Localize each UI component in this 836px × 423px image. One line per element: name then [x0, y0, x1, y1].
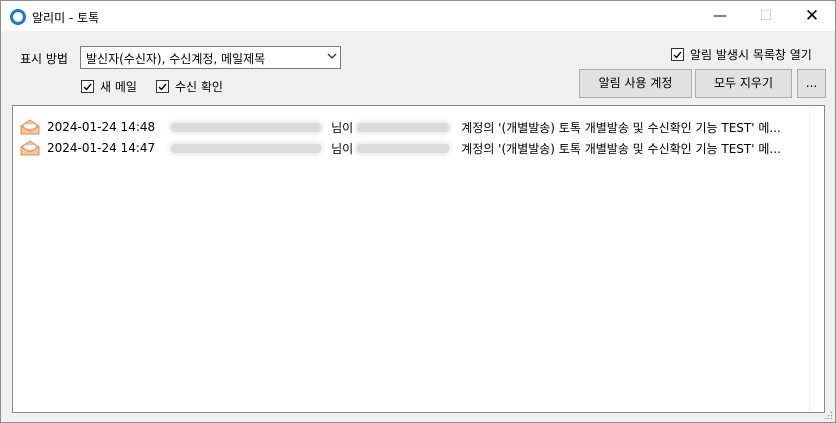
notification-message: 계정의 '(개별발송) 토톡 개별발송 및 수신확인 기능 TEST' 메... — [461, 120, 781, 135]
notification-time: 2024-01-24 14:48 — [47, 120, 156, 134]
alert-accounts-button[interactable]: 알림 사용 계정 — [579, 69, 692, 98]
minimize-button[interactable]: — — [697, 1, 743, 31]
open-envelope-icon — [20, 119, 40, 135]
redacted-sender — [171, 122, 322, 132]
maximize-button[interactable]: ☐ — [743, 1, 789, 31]
close-button[interactable]: ✕ — [789, 1, 835, 31]
display-method-label: 표시 방법 — [20, 52, 68, 66]
resize-grip-icon[interactable] — [823, 410, 833, 420]
chevron-down-icon — [327, 53, 337, 59]
open-list-on-alert-option[interactable]: 알림 발생시 목록창 열기 — [671, 46, 812, 63]
open-list-on-alert-checkbox[interactable] — [671, 48, 684, 61]
list-scroll-gutter[interactable] — [809, 106, 824, 412]
new-mail-checkbox[interactable] — [81, 80, 94, 93]
new-mail-option[interactable]: 새 메일 — [81, 78, 137, 95]
redacted-sender — [171, 143, 322, 153]
open-list-on-alert-label: 알림 발생시 목록창 열기 — [690, 48, 812, 62]
list-item[interactable]: 2024-01-24 14:47 님이 계정의 '(개별발송) 토톡 개별발송 … — [20, 138, 781, 158]
clear-all-button[interactable]: 모두 지우기 — [695, 69, 792, 98]
read-receipt-checkbox[interactable] — [156, 80, 169, 93]
read-receipt-option[interactable]: 수신 확인 — [156, 78, 223, 95]
new-mail-label: 새 메일 — [100, 80, 137, 94]
notification-suffix: 님이 — [331, 141, 354, 156]
window-title: 알리미 - 토톡 — [32, 11, 100, 25]
notifier-window: 알리미 - 토톡 — ☐ ✕ 표시 방법 발신자(수신자), 수신계정, 메일제… — [0, 0, 836, 423]
redacted-account — [357, 143, 450, 153]
list-item[interactable]: 2024-01-24 14:48 님이 계정의 '(개별발송) 토톡 개별발송 … — [20, 117, 781, 137]
notification-time: 2024-01-24 14:47 — [47, 141, 156, 155]
more-options-button[interactable]: ... — [797, 69, 826, 98]
display-method-select[interactable]: 발신자(수신자), 수신계정, 메일제목 — [80, 46, 341, 69]
open-envelope-icon — [20, 140, 40, 156]
check-icon — [83, 83, 92, 91]
read-receipt-label: 수신 확인 — [175, 80, 223, 94]
check-icon — [158, 83, 167, 91]
display-method-value: 발신자(수신자), 수신계정, 메일제목 — [86, 52, 266, 66]
title-bar[interactable]: 알리미 - 토톡 — ☐ ✕ — [1, 1, 835, 31]
app-ring-icon — [10, 9, 26, 25]
redacted-account — [357, 122, 450, 132]
notification-message: 계정의 '(개별발송) 토톡 개별발송 및 수신확인 기능 TEST' 메... — [461, 141, 781, 156]
notification-list[interactable]: 2024-01-24 14:48 님이 계정의 '(개별발송) 토톡 개별발송 … — [12, 105, 825, 413]
check-icon — [673, 51, 682, 59]
notification-suffix: 님이 — [331, 120, 354, 135]
